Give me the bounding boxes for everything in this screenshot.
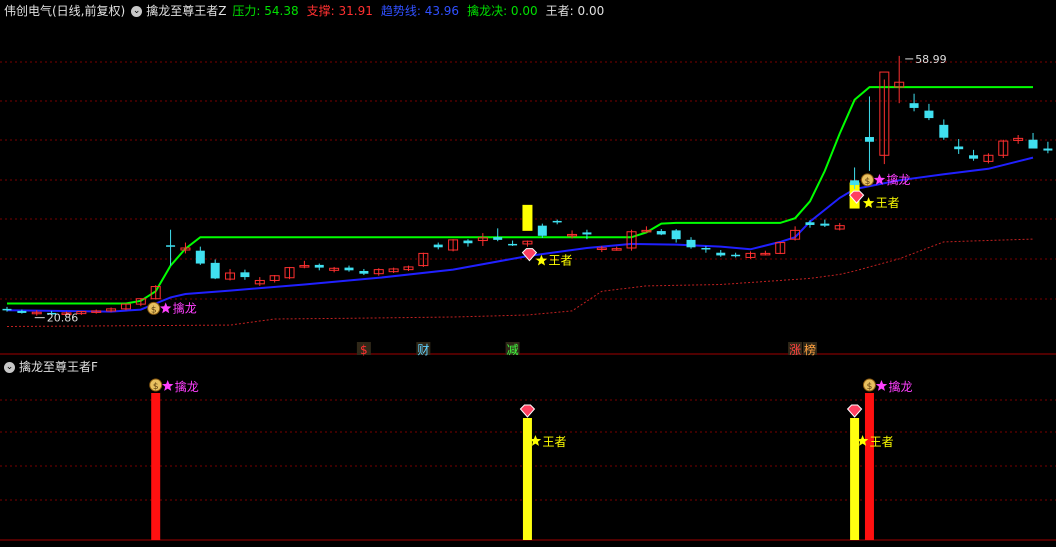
event-marker-0: $	[360, 343, 368, 357]
candle-body	[909, 103, 919, 108]
candle-body	[582, 232, 592, 235]
star-icon	[862, 197, 875, 208]
candle-body	[686, 239, 696, 248]
star-icon	[535, 254, 548, 266]
event-marker-4: 榜	[804, 342, 816, 357]
sub-money-bag-icon-glyph: $	[153, 382, 159, 392]
event-marker-1: 财	[417, 343, 429, 357]
candle-body	[433, 244, 443, 248]
candle-body	[210, 262, 220, 279]
candle-body	[493, 237, 503, 240]
sub-wangzhe-bar	[850, 418, 860, 540]
candle-body	[850, 180, 860, 186]
candle-body	[552, 220, 562, 223]
candle-body	[240, 272, 250, 278]
candle-body	[359, 270, 369, 274]
sub-diamond-icon	[846, 404, 863, 418]
candle-body	[805, 222, 815, 225]
candle-body	[537, 225, 547, 236]
sub-wangzhe-label: 王者	[870, 435, 894, 449]
candle-body	[954, 146, 964, 150]
star-icon	[160, 302, 172, 314]
yellow-signal-box-0	[522, 204, 533, 231]
candle-body	[2, 308, 12, 311]
sub-qinlong-bar	[151, 393, 161, 540]
candle-body	[195, 250, 205, 264]
chart-canvas[interactable]: 58.9920.86$ 擒龙$ 擒龙王者王者$ 财减涨榜$ 擒龙 $ 擒龙王者 王者	[0, 0, 1056, 547]
sub-diamond-icon	[519, 404, 536, 418]
candle-body	[166, 245, 176, 247]
candle-body	[508, 243, 518, 246]
event-marker-3: 涨	[789, 342, 801, 357]
sub-wangzhe-label: 王者	[542, 435, 566, 449]
candle-body	[864, 137, 874, 142]
candle-body	[463, 240, 473, 244]
candle-body	[939, 124, 949, 138]
sub-money-bag-icon-glyph: $	[867, 382, 873, 392]
candle-body	[1043, 148, 1053, 151]
wangzhe-signal-label: 王者	[876, 196, 900, 210]
candle-body	[656, 231, 666, 235]
candle-body	[671, 230, 681, 240]
candle-body	[716, 252, 726, 256]
candle-body	[17, 310, 27, 313]
candle-body	[701, 247, 711, 250]
high-price-label: 58.99	[915, 53, 947, 66]
money-bag-icon-glyph: $	[151, 305, 157, 315]
sub-qinlong-label: 擒龙	[888, 379, 912, 394]
event-marker-2: 减	[507, 343, 519, 357]
diamond-icon	[521, 248, 538, 262]
candle-body	[731, 254, 741, 257]
candle-body	[314, 264, 324, 268]
sub-qinlong-bar	[864, 393, 874, 540]
candle-body	[969, 155, 979, 159]
money-bag-icon-glyph: $	[865, 177, 871, 187]
sub-star-icon	[875, 380, 888, 391]
sub-star-icon	[162, 380, 174, 391]
qinlong-signal-label: 擒龙	[886, 172, 910, 187]
wangzhe-signal-label: 王者	[548, 254, 572, 268]
candle-body	[1028, 139, 1038, 149]
sub-wangzhe-bar	[522, 418, 532, 540]
candle-body	[344, 267, 354, 271]
sub-qinlong-label: 擒龙	[175, 379, 199, 394]
candle-body	[820, 223, 830, 226]
qinlong-signal-label: 擒龙	[173, 300, 197, 315]
candle-body	[924, 110, 934, 119]
low-price-label: 20.86	[47, 312, 79, 325]
